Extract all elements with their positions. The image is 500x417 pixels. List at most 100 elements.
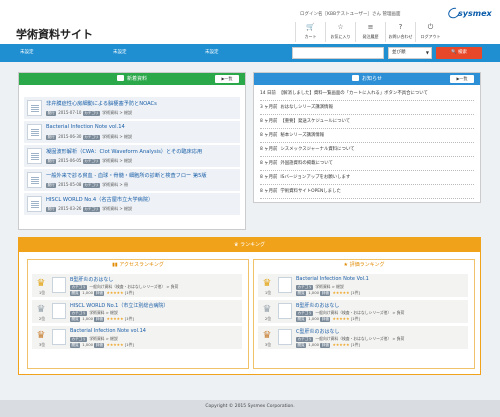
list-item[interactable]: 凝固波形解析（CWA：Clot Waveform Analysis）とその臨床応… [24, 145, 240, 167]
ranking-item[interactable]: ♛ 3位 C型肝炎のおはなし カテゴリ 一般向け資料（検査・おはなしシリーズ他） >… [258, 326, 468, 349]
logout-button[interactable]: ⏻ ログアウト [415, 22, 445, 42]
ranking-item[interactable]: ♛ 3位 Bacterial Infection Note vol.14 カテゴリ… [32, 326, 242, 349]
item-date: 2015-06-30 [58, 134, 82, 139]
nav-item-2[interactable]: 未設定 [113, 44, 127, 62]
site-title[interactable]: 学術資料サイト [16, 26, 93, 42]
notice-text[interactable]: 【解消しました】資料一覧画面の「カートに入れる」ボタン不具合について [279, 91, 428, 96]
notice-text[interactable]: シスメックスジャーナル資料について [280, 147, 354, 152]
notice-text[interactable]: 学術資料サイトOPENしました [280, 189, 340, 194]
list-item[interactable]: Bacterial Infection Note vol.14 発行 2015-0… [24, 121, 240, 143]
item-title[interactable]: B型肝炎のおはなし [296, 302, 339, 309]
ranking-item[interactable]: ♛ 2位 HISCL WORLD No.1（市立江別総合病院） カテゴリ 学術資料 … [32, 300, 242, 323]
rank-number: 1位 [38, 290, 46, 295]
favorite-button[interactable]: ☆ お気に入り [325, 22, 355, 42]
search-input[interactable] [292, 47, 384, 59]
contact-button[interactable]: ? お問い合わせ [385, 22, 415, 42]
notice-item[interactable]: 8 ヶ月前 学術資料サイトOPENしました [260, 185, 474, 199]
item-views: 1,000 [82, 316, 94, 321]
notice-item[interactable]: 8 ヶ月前 【重要】発送スケジュールについて [260, 115, 474, 129]
star-rating: ★★★★★ [106, 342, 124, 347]
item-title[interactable]: B型肝炎のおはなし [70, 276, 113, 283]
search-button[interactable]: 🔍 検索 [436, 47, 482, 59]
ranking-item[interactable]: ♛ 1位 B型肝炎のおはなし カテゴリ 一般向け資料（検査・おはなしシリーズ他） >… [32, 274, 242, 297]
notice-item[interactable]: 8 ヶ月前 秘本シリーズ講演情報 [260, 129, 474, 143]
ranking-item[interactable]: ♛ 1位 Bacterial Infection Note Vol.1 カテゴリ学… [258, 274, 468, 297]
notice-text[interactable]: おはなしシリーズ講演情報 [280, 105, 332, 110]
item-title[interactable]: 一般外来で診る貧血 - 血球・骨髄・細胞所の診断と検査フロー 第5版 [46, 172, 207, 179]
rank-number: 3位 [38, 342, 46, 347]
item-title[interactable]: Bacterial Infection Note vol.14 [70, 328, 146, 334]
history-button[interactable]: ≡ 発注履歴 [355, 22, 385, 42]
item-stats: 閲覧 1,000 評価 ★★★★★ [1件] [296, 290, 360, 296]
notice-text[interactable]: 【重要】発送スケジュールについて [280, 119, 350, 124]
rating-tag: 評価 [320, 343, 331, 348]
copyright: Copyright © 2015 Sysmex Corporation. [205, 404, 295, 409]
notice-text[interactable]: ISバージョンアップをお願いします [280, 175, 350, 180]
notice-ago: 8 ヶ月前 [260, 119, 278, 124]
ranking-item[interactable]: ♛ 2位 B型肝炎のおはなし カテゴリ 一般向け資料（検査・おはなしシリーズ他） >… [258, 300, 468, 323]
item-views: 1,000 [308, 342, 320, 347]
chevron-down-icon: ▼ [425, 50, 429, 55]
item-title[interactable]: 非弁膜症性心房細動による脳梗塞予防とNOACs [46, 100, 157, 107]
item-title[interactable]: C型肝炎のおはなし [296, 328, 340, 335]
bronze-crown-icon: ♛ [262, 330, 272, 341]
notice-ago: 8 ヶ月前 [260, 161, 278, 166]
item-category: 学術資料 > 総説 [102, 158, 132, 163]
item-meta: 発行 2015-03-26 カテゴリ 学術資料 > 総説 [46, 206, 132, 212]
notice-text[interactable]: 外国語資料の掲載について [280, 161, 333, 166]
notice-item[interactable]: 8 ヶ月前 外国語資料の掲載について [260, 157, 474, 171]
list-item[interactable]: 一般外来で診る貧血 - 血球・骨髄・細胞所の診断と検査フロー 第5版 発行 201… [24, 169, 240, 191]
sort-select-value: 並び順 [392, 50, 406, 55]
list-item[interactable]: HISCL WORLD No.4（名古屋市立大学病院） 発行 2015-03-26… [24, 193, 240, 215]
new-materials-more-button[interactable]: ▶一覧 [215, 75, 239, 83]
item-date: 2015-03-26 [58, 206, 82, 211]
notices-panel: お知らせ ▶一覧 14 日前 【解消しました】資料一覧画面の「カートに入れる」ボタ… [253, 72, 481, 203]
rating-tag: 評価 [94, 343, 105, 348]
list-item[interactable]: 非弁膜症性心房細動による脳梗塞予防とNOACs 発行 2015-07-10 カテゴ… [24, 97, 240, 119]
rank-number: 1位 [264, 290, 272, 295]
views-tag: 閲覧 [70, 317, 81, 322]
item-views: 1,000 [82, 342, 94, 347]
notice-text[interactable]: 秘本シリーズ講演情報 [280, 133, 324, 138]
header: 学術資料サイト ログイン名［KBBテストユーザー］さん 管理画面 sysmex … [0, 0, 500, 44]
new-materials-panel: 新着資料 ▶一覧 非弁膜症性心房細動による脳梗塞予防とNOACs 発行 2015-… [18, 72, 246, 230]
rank-number: 2位 [38, 316, 46, 321]
ranking-header: ♛ ランキング [19, 238, 480, 252]
item-stats: 閲覧 1,000 評価 ★★★★★ [1件] [70, 290, 134, 296]
user-line[interactable]: ログイン名［KBBテストユーザー］さん 管理画面 [300, 11, 400, 17]
item-title[interactable]: Bacterial Infection Note vol.14 [46, 124, 125, 130]
date-tag: 発行 [46, 207, 57, 212]
rating-count: [1件] [124, 342, 134, 347]
notice-item[interactable]: 3 ヶ月前 おはなしシリーズ講演情報 [260, 101, 474, 115]
notice-item[interactable]: 8 ヶ月前 ISバージョンアップをお願いします [260, 171, 474, 185]
item-title[interactable]: HISCL WORLD No.4（名古屋市立大学病院） [46, 196, 153, 203]
document-thumbnail [52, 277, 66, 293]
item-title[interactable]: Bacterial Infection Note Vol.1 [296, 276, 369, 282]
item-stats: 閲覧 1,000 評価 ★★★★★ [1件] [296, 342, 360, 348]
notice-item[interactable]: 8 ヶ月前 シスメックスジャーナル資料について [260, 143, 474, 157]
notice-item[interactable]: 14 日前 【解消しました】資料一覧画面の「カートに入れる」ボタン不具合について [260, 87, 474, 101]
nav-item-1[interactable]: 未設定 [20, 44, 34, 62]
history-label: 発注履歴 [362, 34, 379, 39]
rating-count: [1件] [350, 290, 360, 295]
sort-select[interactable]: 並び順 ▼ [388, 47, 432, 59]
ranking-title: ランキング [240, 242, 265, 248]
book-icon [116, 75, 124, 81]
access-ranking-header: ▮▮ アクセスランキング [28, 260, 248, 271]
item-views: 1,000 [308, 316, 320, 321]
nav-item-3[interactable]: 未設定 [205, 44, 219, 62]
item-category: 学術資料 > 総説 [102, 134, 132, 139]
document-thumbnail [278, 277, 292, 293]
item-date: 2015-06-05 [58, 158, 82, 163]
item-title[interactable]: HISCL WORLD No.1（市立江別総合病院） [70, 302, 168, 309]
sysmex-logo[interactable]: sysmex [446, 5, 492, 21]
rating-count: [1件] [350, 316, 360, 321]
document-thumbnail [52, 329, 66, 345]
notice-ago: 8 ヶ月前 [260, 133, 278, 138]
item-title[interactable]: 凝固波形解析（CWA：Clot Waveform Analysis）とその臨床応… [46, 148, 202, 155]
rating-ranking-title: 評価ランキング [349, 262, 385, 268]
cart-button[interactable]: 🛒 カート [295, 22, 325, 42]
cart-label: カート [304, 34, 317, 39]
item-category: 学術資料 > 総説 [89, 310, 118, 315]
notices-more-button[interactable]: ▶一覧 [450, 75, 474, 83]
